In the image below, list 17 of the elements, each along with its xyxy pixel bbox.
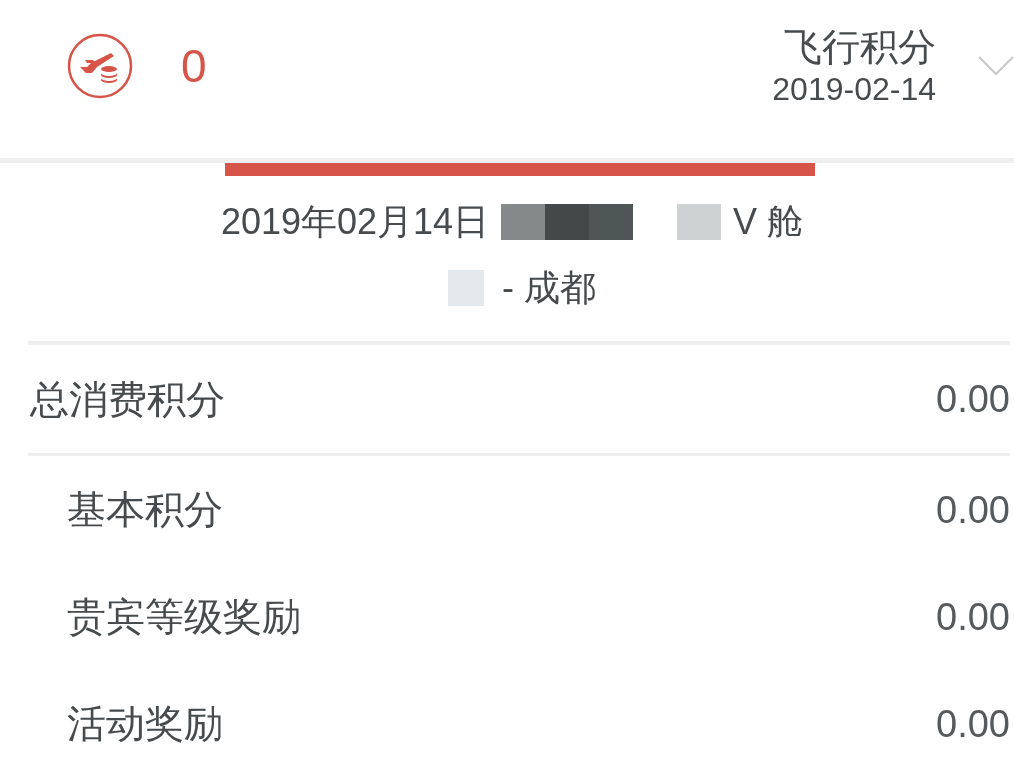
points-title: 飞行积分 xyxy=(784,25,936,70)
cabin-class: V 舱 xyxy=(733,200,804,244)
points-label: 基本积分 xyxy=(67,490,223,529)
flight-route: - 成都 xyxy=(502,266,596,310)
total-value: 0.00 xyxy=(936,380,1010,418)
total-label: 总消费积分 xyxy=(30,379,225,419)
points-date: 2019-02-14 xyxy=(772,70,936,108)
points-amount: 0.00 xyxy=(936,597,1010,636)
plane-coins-icon xyxy=(67,33,133,99)
points-value: 0 xyxy=(181,43,207,89)
flight-date: 2019年02月14日 xyxy=(220,200,490,244)
points-label: 活动奖励 xyxy=(67,704,223,743)
points-label: 贵宾等级奖励 xyxy=(67,597,301,636)
points-amount: 0.00 xyxy=(936,490,1010,529)
redaction-mosaic xyxy=(448,270,484,306)
points-amount: 0.00 xyxy=(936,704,1010,743)
chevron-down-icon[interactable] xyxy=(978,56,1014,76)
